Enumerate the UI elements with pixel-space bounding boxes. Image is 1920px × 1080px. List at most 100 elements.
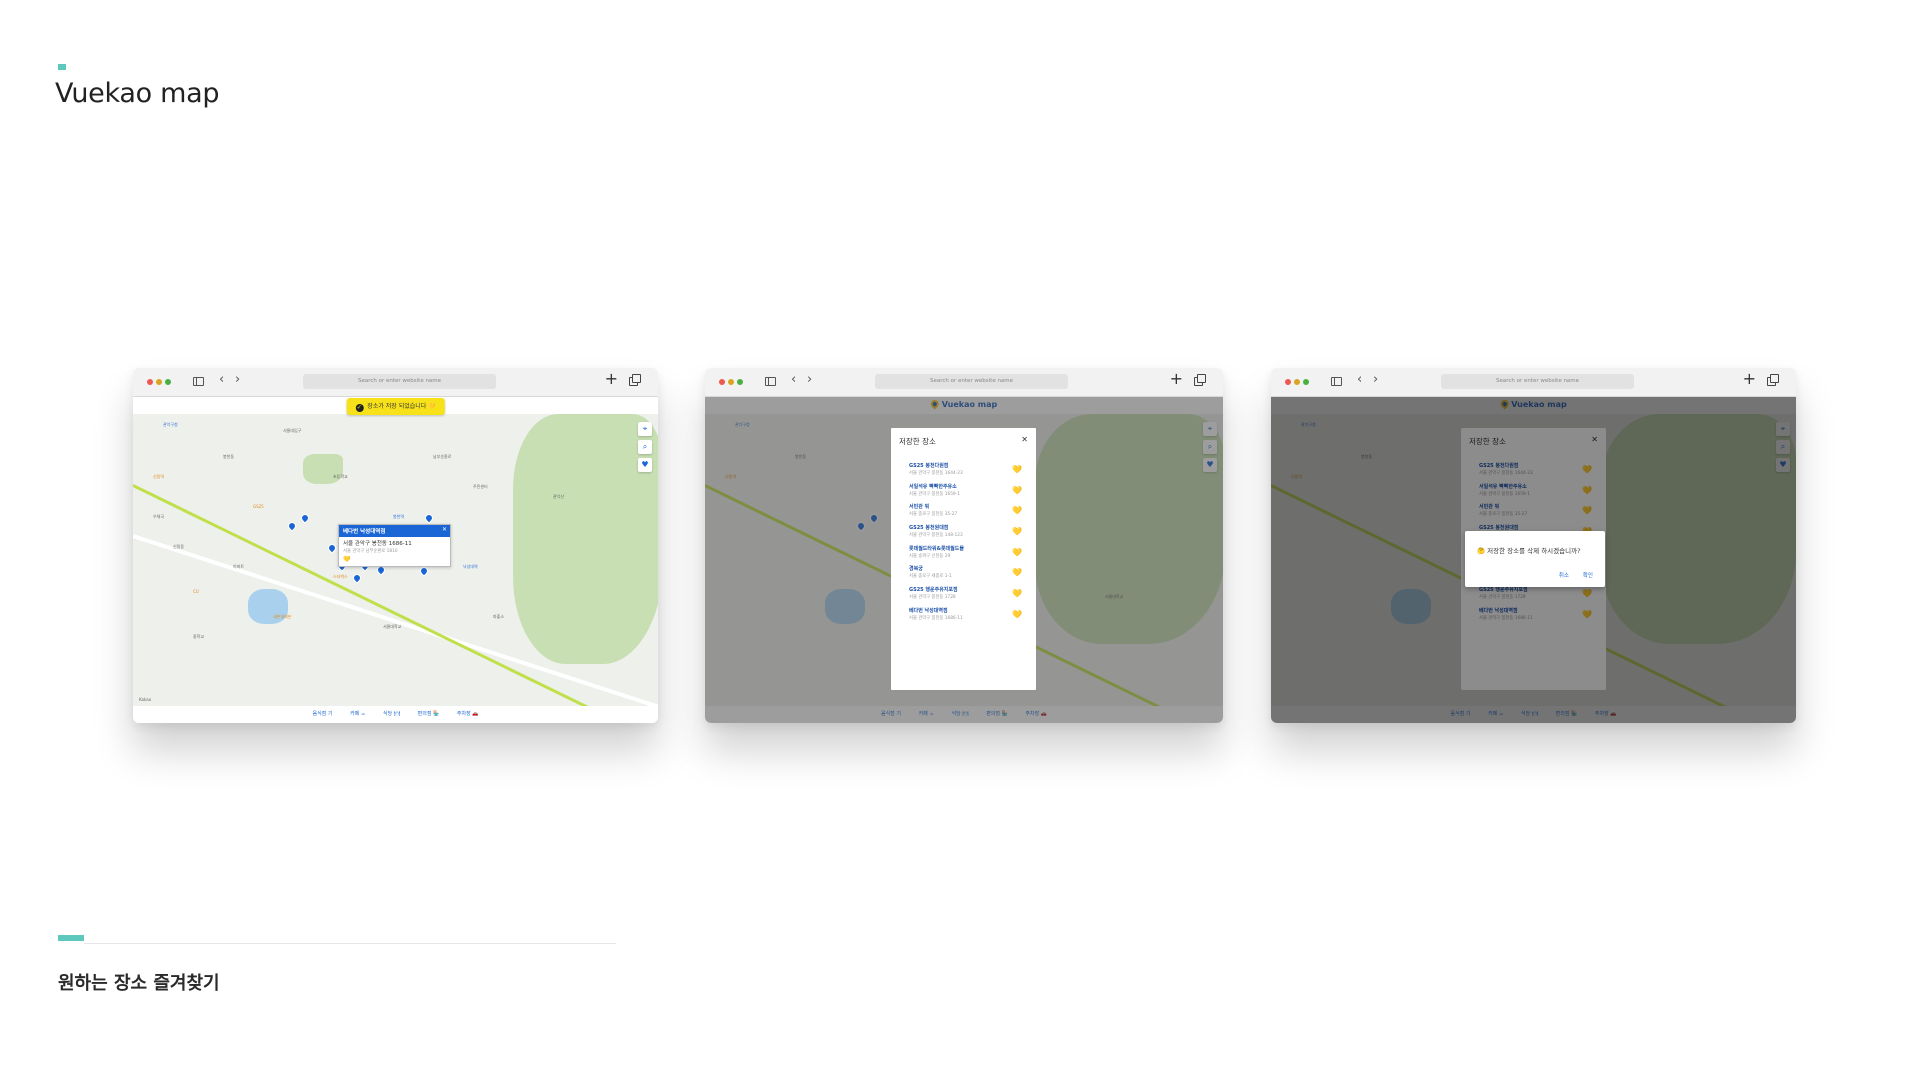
address-bar[interactable]: Search or enter website name bbox=[875, 374, 1068, 389]
delete-confirm-dialog: 🤔 저장한 장소를 삭제 하시겠습니까? 취소 확인 bbox=[1465, 531, 1605, 587]
map-label: 스타벅스 bbox=[333, 574, 348, 579]
list-item[interactable]: 서민관 뭐 서울 종로구 봉천동 35-27 💛 bbox=[909, 503, 1022, 524]
place-name[interactable]: 베다번 낙성대역점 bbox=[909, 607, 1022, 614]
saved-place-marker[interactable] bbox=[326, 542, 338, 554]
new-tab-icon[interactable]: + bbox=[1743, 371, 1756, 387]
map-label: 파출소 bbox=[493, 614, 505, 619]
heart-icon[interactable]: 💛 bbox=[1012, 465, 1022, 474]
heart-icon[interactable]: 💛 bbox=[1012, 589, 1022, 598]
map-label: 중학교 bbox=[193, 634, 205, 639]
heart-icon[interactable]: 💛 bbox=[339, 555, 450, 566]
forward-arrow-icon[interactable]: › bbox=[235, 373, 240, 386]
infowindow-title: 베다번 낙성대역점 bbox=[343, 529, 386, 535]
close-icon[interactable]: ✕ bbox=[1021, 435, 1028, 444]
heart-icon[interactable]: 💛 bbox=[1012, 506, 1022, 515]
close-window-dot[interactable] bbox=[719, 379, 725, 385]
map-label: 우체국 bbox=[153, 514, 165, 519]
browser-toolbar: ‹ › Search or enter website name + bbox=[705, 368, 1223, 397]
tabs-overview-icon[interactable] bbox=[1767, 374, 1779, 386]
place-address: 서울 관악구 봉천동 148-123 bbox=[909, 533, 963, 539]
address-bar[interactable]: Search or enter website name bbox=[303, 374, 496, 389]
new-tab-icon[interactable]: + bbox=[1170, 371, 1183, 387]
sidebar-icon[interactable] bbox=[193, 377, 204, 386]
map-label: 서울대학교 bbox=[383, 624, 402, 629]
saved-places-panel: 저장한 장소 ✕ GS25 봉천다원점 서울 관악구 봉천동 1644-23 💛 서… bbox=[891, 428, 1036, 690]
map-label: 관악산 bbox=[553, 494, 565, 499]
new-tab-icon[interactable]: + bbox=[605, 371, 618, 387]
search-icon[interactable]: ⌕ bbox=[638, 440, 652, 454]
minimize-window-dot[interactable] bbox=[156, 379, 162, 385]
place-address: 서울 관악구 봉천동 1659-1 bbox=[909, 491, 960, 497]
list-item[interactable]: 서일석유 빡빡한주유소 서울 관악구 봉천동 1659-1 💛 bbox=[909, 483, 1022, 504]
nav-item-cafe[interactable]: 카페 ☕ bbox=[350, 711, 365, 717]
place-name[interactable]: 서일석유 빡빡한주유소 bbox=[909, 483, 1022, 490]
place-name[interactable]: GS25 행운주유지포점 bbox=[909, 586, 1022, 593]
sidebar-icon[interactable] bbox=[1331, 377, 1342, 386]
list-item[interactable]: GS25 봉천다원점서울 관악구 봉천동 1644-23 💛 bbox=[909, 462, 1022, 483]
cancel-button[interactable]: 취소 bbox=[1559, 571, 1569, 579]
maximize-window-dot[interactable] bbox=[737, 379, 743, 385]
minimize-window-dot[interactable] bbox=[728, 379, 734, 385]
place-name[interactable]: 서민관 뭐 bbox=[909, 503, 1022, 510]
heart-icon[interactable]: 💛 bbox=[1012, 486, 1022, 495]
saved-toast: ✓ 장소가 저장 되었습니다 💛 bbox=[346, 398, 445, 415]
confirm-message: 🤔 저장한 장소를 삭제 하시겠습니까? bbox=[1477, 547, 1581, 555]
nav-item-dining[interactable]: 식당 🍽 bbox=[383, 711, 400, 717]
list-item[interactable]: GS25 봉천원대점서울 관악구 봉천동 148-123 💛 bbox=[909, 524, 1022, 545]
page-title: Vuekao map bbox=[55, 78, 220, 109]
saved-place-marker[interactable] bbox=[423, 512, 435, 524]
forward-arrow-icon[interactable]: › bbox=[807, 373, 812, 386]
place-name[interactable]: 롯데월드타워&롯데월드몰 bbox=[909, 545, 1022, 552]
maximize-window-dot[interactable] bbox=[1303, 379, 1309, 385]
tabs-overview-icon[interactable] bbox=[1194, 374, 1206, 386]
maximize-window-dot[interactable] bbox=[165, 379, 171, 385]
browser-toolbar: ‹ › Search or enter website name + bbox=[1271, 368, 1796, 397]
place-address: 서울 관악구 봉천동 1644-23 bbox=[909, 471, 963, 476]
map-label: 서울대입구 bbox=[283, 428, 302, 433]
back-arrow-icon[interactable]: ‹ bbox=[219, 373, 224, 386]
map-label: GS25 bbox=[253, 504, 264, 509]
back-arrow-icon[interactable]: ‹ bbox=[791, 373, 796, 386]
nav-item-convenience[interactable]: 편의점 🏪 bbox=[418, 711, 440, 717]
place-address: 서울 송파구 신천동 29 bbox=[909, 553, 951, 559]
saved-place-marker[interactable] bbox=[286, 520, 298, 532]
list-item[interactable]: 경복궁서울 종로구 세종로 1-1 💛 bbox=[909, 565, 1022, 586]
browser-toolbar: ‹ › Search or enter website name + bbox=[133, 368, 658, 397]
forward-arrow-icon[interactable]: › bbox=[1373, 373, 1378, 386]
heart-list-icon[interactable]: ♥ bbox=[638, 458, 652, 472]
current-location-icon[interactable]: ⌖ bbox=[638, 422, 652, 436]
category-nav: 음식점 기 카페 ☕ 식당 🍽 편의점 🏪 주차장 🚗 bbox=[133, 706, 658, 723]
back-arrow-icon[interactable]: ‹ bbox=[1357, 373, 1362, 386]
nav-item-restaurant[interactable]: 음식점 기 bbox=[312, 711, 332, 717]
kakao-map[interactable]: 관악구청 서울대입구 봉천역 신림역 낙성대역 봉천동 신림동 서울대학교 관악… bbox=[133, 414, 658, 706]
place-address: 서울 관악구 봉천동 1728 bbox=[909, 595, 956, 601]
place-name[interactable]: GS25 봉천원대점 bbox=[909, 524, 1022, 531]
infowindow-road-address: 서울 관악구 남부순환로 1810 bbox=[343, 549, 398, 554]
place-address: 서울 종로구 세종로 1-1 bbox=[909, 574, 952, 580]
heart-icon[interactable]: 💛 bbox=[1012, 527, 1022, 536]
place-name[interactable]: GS25 봉천다원점 bbox=[909, 462, 1022, 469]
sidebar-icon[interactable] bbox=[765, 377, 776, 386]
heart-icon[interactable]: 💛 bbox=[1012, 610, 1022, 619]
close-window-dot[interactable] bbox=[1285, 379, 1291, 385]
saved-place-marker[interactable] bbox=[299, 512, 311, 524]
list-item[interactable]: 베다번 낙성대역점 서울 관악구 봉천동 1686-11 💛 bbox=[909, 607, 1022, 628]
minimize-window-dot[interactable] bbox=[1294, 379, 1300, 385]
place-address: 서울 관악구 봉천동 1686-11 bbox=[909, 615, 963, 621]
close-window-dot[interactable] bbox=[147, 379, 153, 385]
map-scale-label: Kakao bbox=[139, 697, 152, 702]
map-label: 남부순환로 bbox=[433, 454, 452, 459]
list-item[interactable]: GS25 행운주유지포점서울 관악구 봉천동 1728 💛 bbox=[909, 586, 1022, 607]
nav-item-parking[interactable]: 주차장 🚗 bbox=[457, 711, 479, 717]
heart-icon[interactable]: 💛 bbox=[1012, 568, 1022, 577]
address-bar[interactable]: Search or enter website name bbox=[1441, 374, 1634, 389]
heart-icon[interactable]: 💛 bbox=[1012, 548, 1022, 557]
list-item[interactable]: 롯데월드타워&롯데월드몰서울 송파구 신천동 29 💛 bbox=[909, 545, 1022, 566]
confirm-button[interactable]: 확인 bbox=[1583, 571, 1593, 579]
close-icon[interactable]: ✕ bbox=[442, 526, 447, 533]
saved-place-marker[interactable] bbox=[418, 565, 430, 577]
saved-place-marker[interactable] bbox=[351, 572, 363, 584]
toast-text: 장소가 저장 되었습니다 💛 bbox=[367, 403, 436, 410]
tabs-overview-icon[interactable] bbox=[629, 374, 641, 386]
place-name[interactable]: 경복궁 bbox=[909, 565, 1022, 572]
